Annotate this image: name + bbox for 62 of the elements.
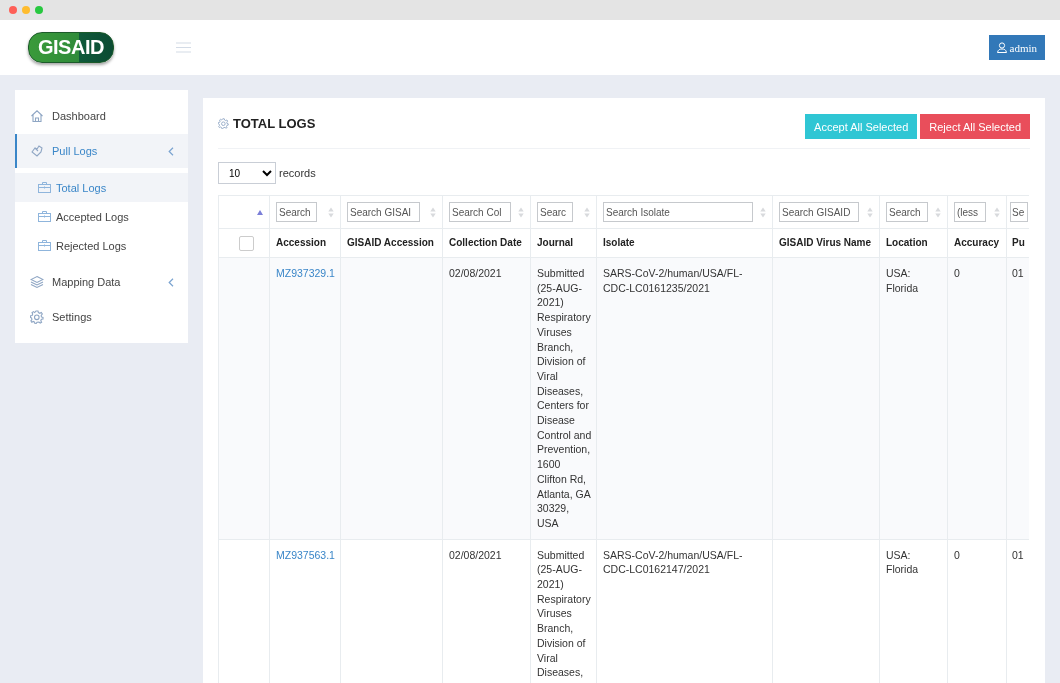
briefcase-icon — [38, 211, 51, 222]
maximize-dot-icon[interactable] — [35, 6, 43, 14]
sidebar-item[interactable]: Settings — [15, 300, 188, 334]
table-cell: SARS-CoV-2/human/USA/FL-CDC-LC0162147/2021 — [603, 548, 743, 576]
column-search-field[interactable]: Searc — [537, 202, 573, 222]
settings-icon — [30, 310, 44, 324]
reject-button[interactable]: Reject All Selected — [920, 114, 1030, 139]
accession-link[interactable]: MZ937563.1 — [276, 548, 335, 561]
sidebar-item[interactable]: Pull Logs — [15, 134, 188, 168]
accession-link[interactable]: MZ937329.1 — [276, 267, 335, 279]
table-cell: 01 — [1012, 267, 1024, 279]
column-header[interactable]: Isolate — [603, 237, 635, 248]
user-icon — [996, 42, 1007, 53]
sort-icon[interactable] — [994, 206, 1000, 218]
table-cell: 02/08/2021 — [449, 548, 502, 561]
sort-icon[interactable] — [584, 206, 590, 218]
table-cell: Submitted (25-AUG-2021) Respiratory Viruses Branch, Division of Viral Diseases, — [537, 548, 591, 679]
close-dot-icon[interactable] — [9, 6, 17, 14]
user-button[interactable]: admin — [988, 35, 1045, 60]
table-cell: 01 — [1012, 548, 1024, 561]
table-cell: 02/08/2021 — [449, 267, 502, 279]
briefcase-icon — [38, 240, 51, 251]
column-search-field[interactable]: Se — [1010, 202, 1028, 222]
sort-icon[interactable] — [867, 206, 873, 218]
sidebar-subitem[interactable]: Rejected Logs — [15, 231, 188, 260]
records-label: records — [279, 167, 316, 179]
house-icon — [30, 109, 44, 123]
column-search-field[interactable]: Search — [886, 202, 928, 222]
sort-ascending-icon[interactable] — [257, 209, 263, 215]
select-all-checkbox[interactable] — [238, 236, 254, 251]
gear-icon — [218, 118, 229, 129]
column-search-field[interactable]: Search GISAID — [779, 202, 859, 222]
layers-icon — [30, 275, 44, 289]
sort-icon[interactable] — [935, 206, 941, 218]
column-search-field[interactable]: Search Isolate — [603, 202, 753, 222]
sidebar-subitem[interactable]: Accepted Logs — [15, 202, 188, 231]
sort-icon[interactable] — [430, 206, 436, 218]
menu-icon[interactable] — [175, 42, 191, 53]
page-size-select[interactable]: 10 — [218, 162, 276, 184]
hand-icon — [30, 144, 44, 158]
chevron-left-icon — [168, 146, 174, 156]
chevron-left-icon — [168, 277, 174, 287]
column-search-field[interactable]: (less — [954, 202, 986, 222]
briefcase-icon — [38, 182, 51, 193]
panel-title: TOTAL LOGS — [233, 116, 316, 131]
column-search-field[interactable]: Search Col — [449, 202, 511, 222]
table-cell: 0 — [954, 548, 960, 561]
table-cell: SARS-CoV-2/human/USA/FL-CDC-LC0161235/2021 — [603, 267, 743, 294]
sidebar-item[interactable]: Dashboard — [15, 99, 188, 133]
table-cell: USA: Florida — [886, 548, 919, 576]
column-search-field[interactable]: Search — [276, 202, 317, 222]
table-cell: Submitted (25-AUG-2021) Respiratory Viruses Branch, Division of Viral Diseases, Centers for Disease Control and Prevention, 1600 Clifton Rd, Atlanta, GA 30329, USA — [537, 267, 592, 529]
table-cell: 0 — [954, 267, 960, 279]
table-cell: USA: Florida — [886, 267, 919, 294]
minimize-dot-icon[interactable] — [22, 6, 30, 14]
sort-icon[interactable] — [760, 206, 766, 218]
sort-icon[interactable] — [328, 206, 334, 218]
sort-icon[interactable] — [518, 206, 524, 218]
logo[interactable]: GISAID — [28, 32, 114, 63]
sidebar-item[interactable]: Mapping Data — [15, 265, 188, 299]
column-search-field[interactable]: Search GISAI — [347, 202, 420, 222]
sidebar-subitem[interactable]: Total Logs — [15, 173, 188, 202]
